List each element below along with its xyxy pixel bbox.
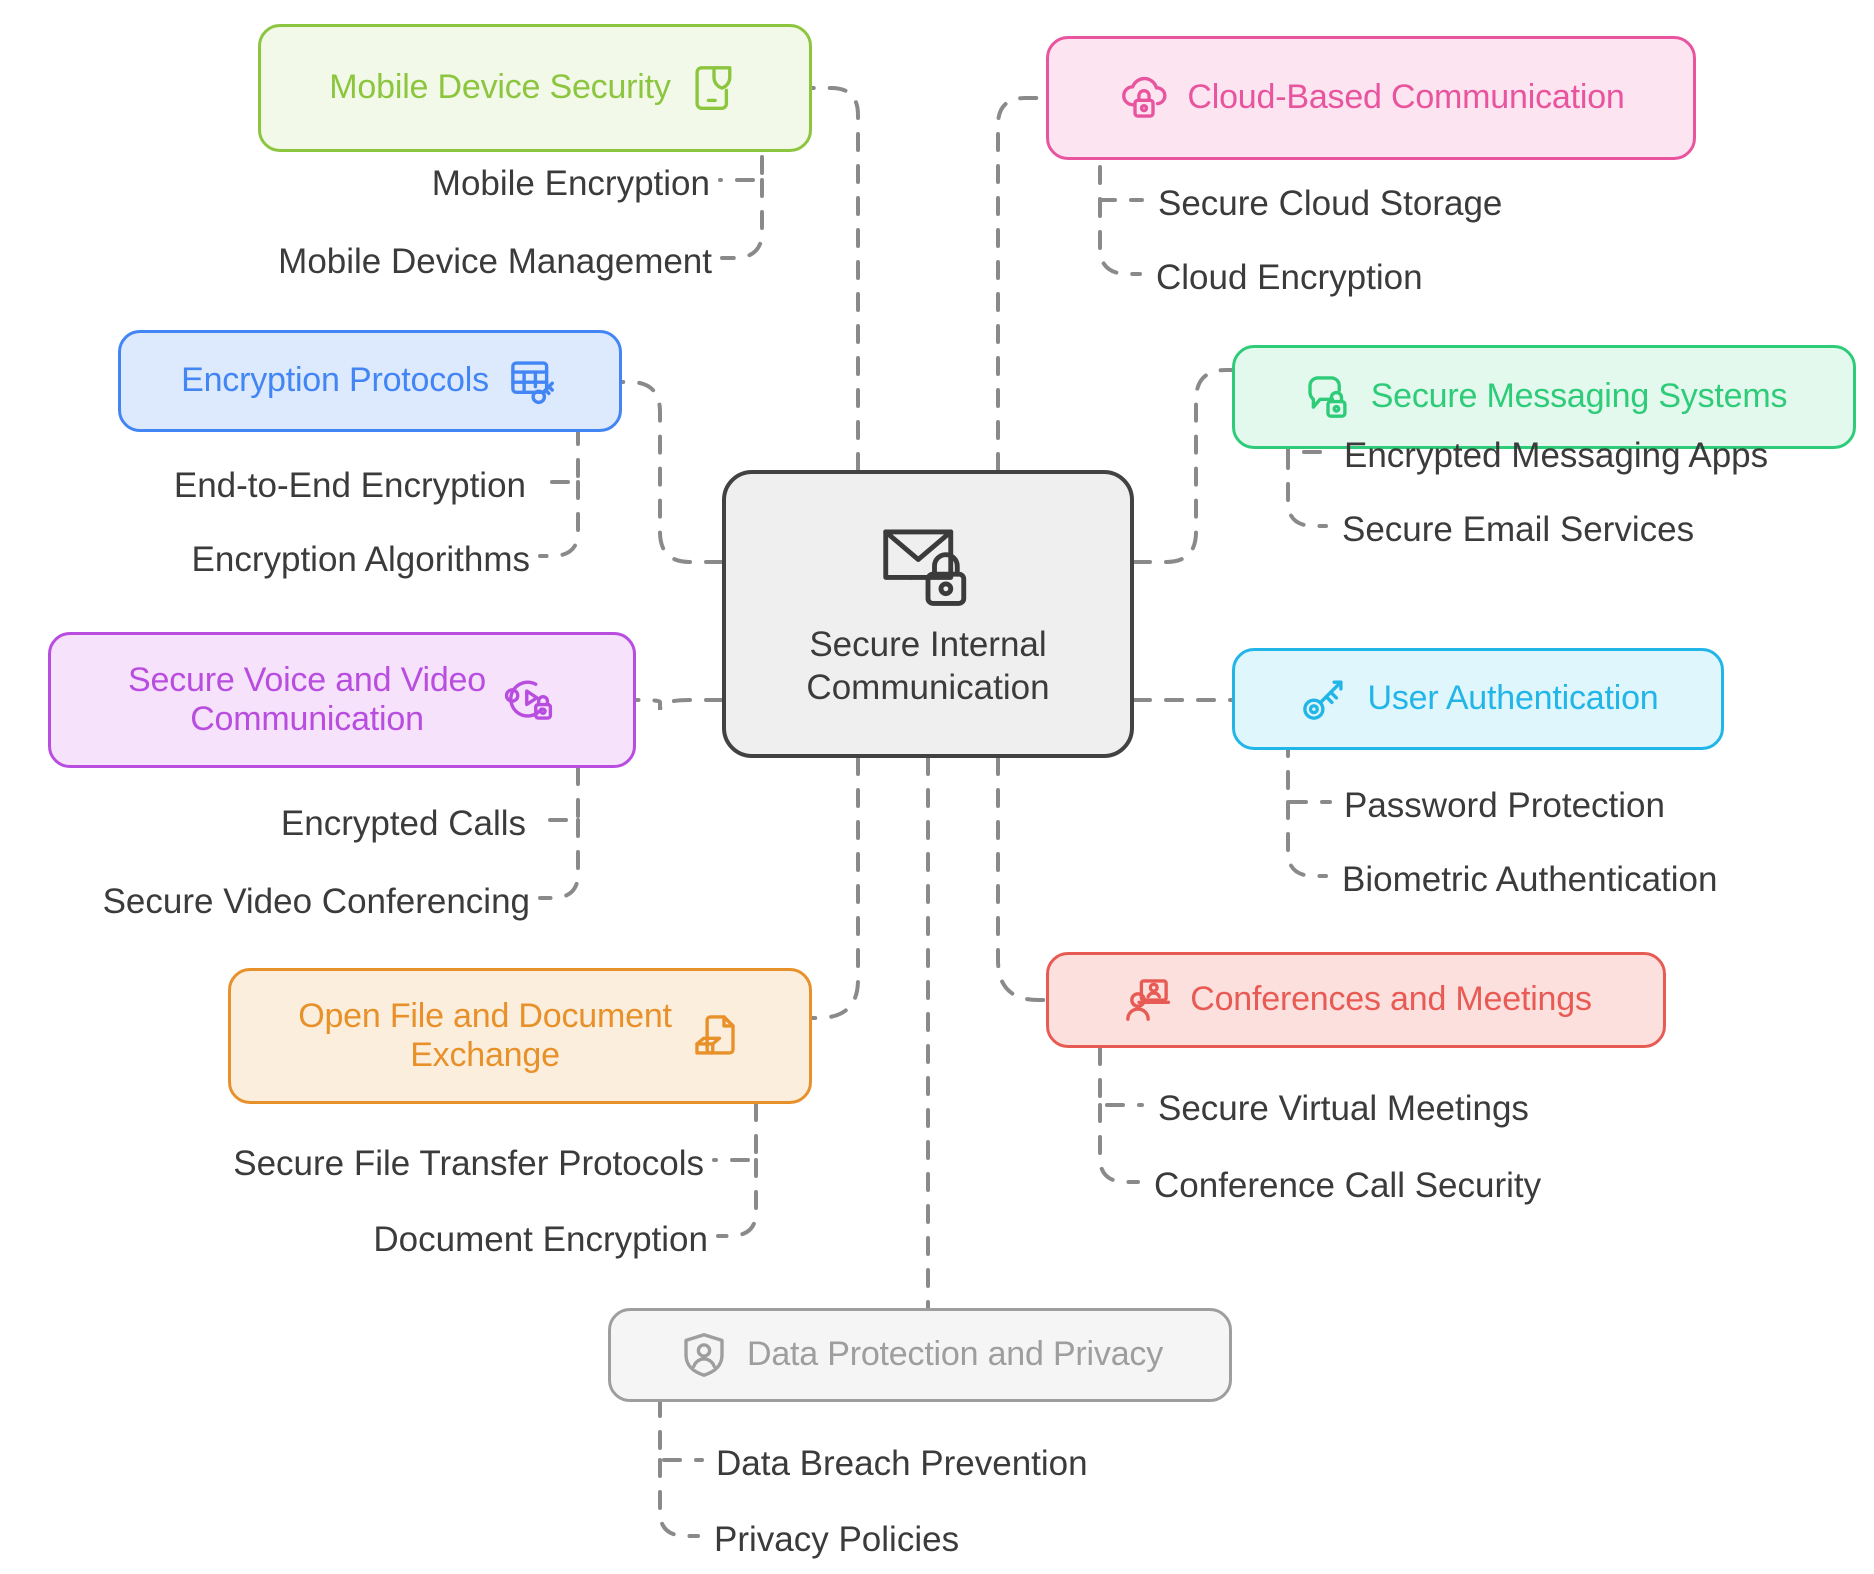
leaf-label-mobile-device-management: Mobile Device Management: [278, 242, 712, 281]
leaf-edge-secure-virtual-meetings: [1098, 1046, 1144, 1107]
mindmap-canvas: Secure Internal Communication Mobile Dev…: [0, 0, 1874, 1574]
branch-node-encryption-protocols[interactable]: Encryption Protocols: [118, 330, 622, 432]
leaf-edge-biometric-authentication: [1286, 800, 1328, 878]
branch-node-data-protection-and-privacy[interactable]: Data Protection and Privacy: [608, 1308, 1232, 1402]
leaf-edge-mobile-device-management: [720, 178, 764, 260]
video-lock-icon: [504, 680, 553, 720]
leaf-label-privacy-policies: Privacy Policies: [714, 1520, 960, 1559]
leaf-label-encrypted-messaging-apps: Encrypted Messaging Apps: [1344, 436, 1769, 475]
branch-label-user-authentication: User Authentication: [1367, 679, 1659, 718]
leaf-label-secure-email-services: Secure Email Services: [1342, 510, 1695, 549]
branch-label-data-protection-and-privacy: Data Protection and Privacy: [746, 1335, 1164, 1374]
branch-node-secure-messaging-systems[interactable]: Secure Messaging Systems: [1232, 345, 1856, 449]
grid-key-icon: [511, 361, 554, 405]
leaf-edge-document-encryption: [716, 1158, 758, 1238]
envelope-lock-icon: [883, 529, 967, 607]
key-icon: [1303, 680, 1344, 720]
leaf-label-encryption-algorithms: Encryption Algorithms: [191, 540, 530, 579]
edge-encryption-protocols: [620, 380, 724, 564]
leaf-edge-data-breach-prevention: [658, 1398, 704, 1462]
leaf-label-secure-virtual-meetings: Secure Virtual Meetings: [1158, 1089, 1529, 1128]
branch-node-secure-voice-and-video-communication[interactable]: Secure Voice and Video Communication: [48, 632, 636, 768]
chat-lock-icon: [1308, 376, 1347, 418]
document-exchange-icon: [695, 1015, 735, 1055]
branch-label-open-file-and-document-exchange: Open File and Document Exchange: [298, 996, 672, 1074]
leaf-edge-encryption-algorithms: [538, 480, 580, 558]
branch-node-conferences-and-meetings[interactable]: Conferences and Meetings: [1046, 952, 1666, 1048]
branch-node-cloud-based-communication[interactable]: Cloud-Based Communication: [1046, 36, 1696, 160]
leaf-label-biometric-authentication: Biometric Authentication: [1342, 860, 1718, 899]
leaf-edge-secure-file-transfer-protocols: [712, 1102, 758, 1162]
leaf-label-conference-call-security: Conference Call Security: [1154, 1166, 1542, 1205]
leaf-label-data-breach-prevention: Data Breach Prevention: [716, 1444, 1088, 1483]
edge-secure-messaging-systems: [1132, 368, 1234, 564]
leaf-edge-secure-email-services: [1286, 450, 1328, 528]
leaf-edge-secure-video-conferencing: [538, 818, 580, 900]
phone-shield-icon: [695, 66, 732, 110]
branch-node-user-authentication[interactable]: User Authentication: [1232, 648, 1724, 750]
leaf-label-encrypted-calls: Encrypted Calls: [280, 804, 526, 843]
leaf-edge-end-to-end-encryption: [534, 426, 580, 484]
central-node[interactable]: Secure Internal Communication: [722, 470, 1134, 758]
leaf-edge-conference-call-security: [1098, 1103, 1140, 1184]
presentation-person-icon: [1126, 979, 1171, 1021]
leaf-edge-cloud-encryption: [1098, 198, 1142, 276]
leaf-edge-privacy-policies: [658, 1458, 700, 1538]
branch-label-encryption-protocols: Encryption Protocols: [181, 361, 489, 400]
shield-person-icon: [684, 1333, 724, 1377]
leaf-label-document-encryption: Document Encryption: [373, 1220, 708, 1259]
edge-open-file-document-exchange: [810, 756, 860, 1020]
leaf-edge-encrypted-calls: [534, 766, 580, 822]
leaf-label-secure-cloud-storage: Secure Cloud Storage: [1158, 184, 1503, 223]
branch-label-mobile-device-security: Mobile Device Security: [329, 68, 671, 107]
branch-node-open-file-and-document-exchange[interactable]: Open File and Document Exchange: [228, 968, 812, 1104]
edge-mobile-device-security: [810, 86, 860, 472]
cloud-lock-icon: [1122, 76, 1167, 118]
leaf-label-password-protection: Password Protection: [1344, 786, 1665, 825]
branch-label-secure-messaging-systems: Secure Messaging Systems: [1370, 377, 1788, 416]
leaf-label-mobile-encryption: Mobile Encryption: [431, 164, 710, 203]
edge-secure-voice-video: [634, 698, 724, 711]
edge-cloud-based-communication: [996, 96, 1048, 472]
leaf-label-cloud-encryption: Cloud Encryption: [1156, 258, 1423, 297]
branch-node-mobile-device-security[interactable]: Mobile Device Security: [258, 24, 812, 152]
branch-label-conferences-and-meetings: Conferences and Meetings: [1190, 980, 1592, 1019]
leaf-label-secure-file-transfer-protocols: Secure File Transfer Protocols: [233, 1144, 704, 1183]
central-node-label: Secure Internal Communication: [806, 625, 1050, 707]
edge-conferences-and-meetings: [996, 756, 1048, 1002]
branch-label-cloud-based-communication: Cloud-Based Communication: [1187, 78, 1625, 117]
leaf-label-secure-video-conferencing: Secure Video Conferencing: [102, 882, 530, 921]
leaf-label-end-to-end-encryption: End-to-End Encryption: [173, 466, 526, 505]
branch-label-secure-voice-and-video-communication: Secure Voice and Video Communication: [128, 660, 486, 738]
